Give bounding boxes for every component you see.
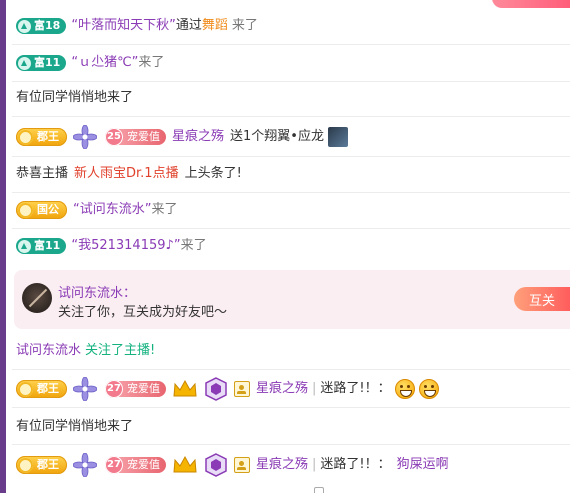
- separator: |: [312, 381, 317, 396]
- moderator-icon: [234, 457, 250, 473]
- follow-card-message: 关注了你，互关成为好友吧～: [58, 305, 228, 320]
- user-name[interactable]: 星痕之殇: [172, 128, 224, 146]
- chat-message-highlight: 狗屎运啊: [396, 457, 449, 472]
- noble-badge: 郡王: [16, 380, 67, 398]
- flower-icon: [73, 377, 97, 401]
- system-message: 有位同学悄悄地来了: [16, 419, 134, 434]
- noble-badge: 国公: [16, 201, 67, 219]
- wealth-icon: [18, 239, 31, 253]
- noble-icon: [18, 457, 33, 473]
- action-text: 来了: [138, 55, 165, 70]
- follow-card: 试问东流水： 关注了你，互关成为好友吧～ 互关: [14, 270, 570, 329]
- scroll-indicator: [314, 487, 324, 493]
- noble-icon: [18, 202, 33, 218]
- wealth-icon: [18, 56, 31, 70]
- divider: [12, 444, 570, 445]
- feed-row: 郡王 27 宠爱值 星痕之殇 | 迷路了!！： 狗屎运啊: [16, 452, 570, 478]
- divider: [12, 156, 570, 157]
- noble-icon: [18, 129, 33, 145]
- wealth-badge: 富11: [16, 55, 67, 71]
- flower-icon: [73, 453, 97, 477]
- grin-emoji-icon: [394, 379, 415, 399]
- source-link[interactable]: 舞蹈: [202, 17, 228, 35]
- user-name[interactable]: “我521314159♪”: [71, 237, 180, 255]
- grin-emoji-icon: [418, 379, 439, 399]
- headline-prefix: 恭喜主播: [16, 166, 69, 181]
- user-name[interactable]: “试问东流水”: [73, 201, 152, 219]
- anchor-name[interactable]: 新人雨宝Dr.1点播: [74, 165, 179, 183]
- divider: [12, 228, 570, 229]
- wealth-badge: 富18: [16, 18, 67, 34]
- user-name[interactable]: “叶落而知天下秋”: [71, 17, 176, 35]
- divider: [12, 116, 570, 117]
- divider: [12, 369, 570, 370]
- user-name[interactable]: “ｕ尐猪℃”: [71, 54, 138, 72]
- love-value-badge: 27 宠爱值: [105, 456, 166, 474]
- chat-message: 迷路了!！：: [320, 457, 391, 472]
- separator: |: [312, 457, 317, 472]
- follow-text: 关注了主播!: [85, 343, 156, 358]
- top-action-pill[interactable]: [492, 0, 570, 8]
- gift-icon: [327, 127, 348, 147]
- crown-icon: [173, 379, 197, 397]
- system-message: 有位同学悄悄地来了: [16, 90, 134, 105]
- user-name[interactable]: 星痕之殇: [256, 456, 308, 474]
- action-text: 来了: [151, 202, 178, 217]
- flower-icon: [73, 125, 97, 149]
- feed-row: 富11 “ｕ尐猪℃” 来了: [16, 54, 570, 72]
- follow-card-name[interactable]: 试问东流水：: [58, 282, 136, 301]
- headline-suffix: 上头条了!: [184, 166, 242, 181]
- feed-row: 有位同学悄悄地来了: [16, 418, 570, 436]
- left-accent-bar: [0, 0, 6, 493]
- crown-icon: [173, 455, 197, 473]
- divider: [12, 81, 570, 82]
- avatar[interactable]: [22, 283, 52, 313]
- feed-row: 有位同学悄悄地来了: [16, 89, 570, 107]
- guard-shield-icon: [205, 377, 227, 401]
- feed-row: 恭喜主播 新人雨宝Dr.1点播 上头条了!: [16, 165, 570, 183]
- user-name[interactable]: 星痕之殇: [256, 380, 308, 398]
- noble-badge: 郡王: [16, 128, 67, 146]
- love-value-badge: 25 宠爱值: [105, 128, 166, 146]
- noble-badge: 郡王: [16, 456, 67, 474]
- feed-row: 郡王 25 宠爱值 星痕之殇 送1个翔翼•应龙: [16, 124, 570, 150]
- feed-row: 试问东流水 关注了主播!: [16, 342, 570, 360]
- guard-shield-icon: [205, 453, 227, 477]
- divider: [12, 44, 570, 45]
- feed-row: 郡王 27 宠爱值 星痕之殇 | 迷路了!！：: [16, 376, 570, 402]
- moderator-icon: [234, 381, 250, 397]
- divider: [12, 192, 570, 193]
- follow-back-button[interactable]: 互关: [514, 287, 570, 311]
- action-text: 通过: [175, 18, 202, 33]
- love-value-badge: 27 宠爱值: [105, 380, 166, 398]
- feed-row: 国公 “试问东流水” 来了: [16, 201, 570, 219]
- feed-row: 富11 “我521314159♪” 来了: [16, 237, 570, 255]
- wealth-badge: 富11: [16, 238, 67, 254]
- gift-text: 送1个翔翼•应龙: [230, 129, 324, 144]
- divider: [12, 407, 570, 408]
- chat-message: 迷路了!！：: [320, 381, 391, 396]
- action-text: 来了: [231, 18, 258, 33]
- user-name[interactable]: 试问东流水: [16, 342, 81, 360]
- noble-icon: [18, 381, 33, 397]
- wealth-icon: [18, 19, 31, 33]
- action-text: 来了: [180, 238, 207, 253]
- feed-row: 富18 “叶落而知天下秋” 通过 舞蹈 来了: [16, 17, 570, 35]
